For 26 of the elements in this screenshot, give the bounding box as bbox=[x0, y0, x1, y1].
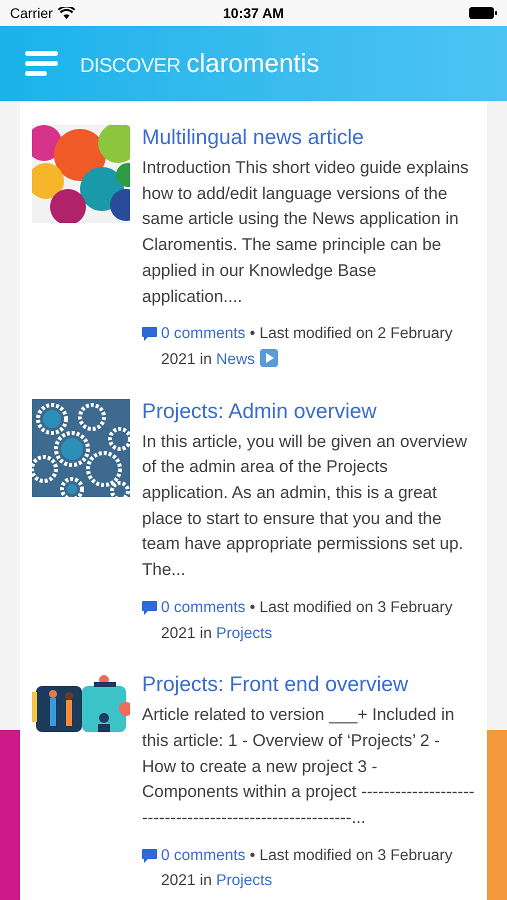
article-title[interactable]: Multilingual news article bbox=[142, 123, 475, 153]
comments-link[interactable]: 0 comments bbox=[161, 325, 246, 342]
comment-icon bbox=[142, 327, 157, 342]
article-excerpt: Introduction This short video guide explains how to add/edit language versions of the same article using the News application in Claromentis. The same principle can be applied in our Knowledge Base application.... bbox=[142, 157, 470, 308]
category-link[interactable]: Projects bbox=[216, 872, 272, 890]
comments-link[interactable]: 0 comments bbox=[161, 598, 246, 616]
article-title[interactable]: Projects: Front end overview bbox=[142, 670, 475, 700]
status-time: 10:37 AM bbox=[223, 4, 284, 22]
article-title[interactable]: Projects: Admin overview bbox=[142, 396, 475, 427]
play-icon bbox=[260, 348, 278, 367]
brand-name: claromentis bbox=[186, 47, 320, 80]
article-excerpt: Article related to version ___+ Included in this article: 1 - Overview of ‘Projects’ 2 - How to create a new project 3 - Components within a project ---------------------------------------------------------... bbox=[142, 704, 475, 830]
article-excerpt: In this article, you will be given an overview of the admin area of the Projects application. As an admin, this is a great place to start to ensure that you and the team have appropriate permissions set up. The... bbox=[142, 430, 468, 582]
category-link[interactable]: News bbox=[216, 350, 255, 368]
comment-icon bbox=[142, 600, 157, 615]
battery-icon bbox=[469, 7, 497, 19]
article-meta: 0 comments • Last modified on 3 February 2021 in Projects bbox=[161, 598, 454, 644]
carrier-label: Carrier bbox=[10, 4, 53, 22]
article-meta: 0 comments • Last modified on 3 February 2021 in Projects bbox=[161, 846, 454, 892]
category-link[interactable]: Projects bbox=[216, 624, 272, 642]
menu-icon[interactable] bbox=[25, 51, 60, 76]
comments-link[interactable]: 0 comments bbox=[161, 846, 246, 864]
article-meta: 0 comments • Last modified on 2 February 2021 in News bbox=[161, 324, 454, 370]
wifi-icon bbox=[58, 7, 75, 19]
brand-prefix: DISCOVER bbox=[80, 54, 180, 79]
comment-icon bbox=[142, 848, 157, 863]
